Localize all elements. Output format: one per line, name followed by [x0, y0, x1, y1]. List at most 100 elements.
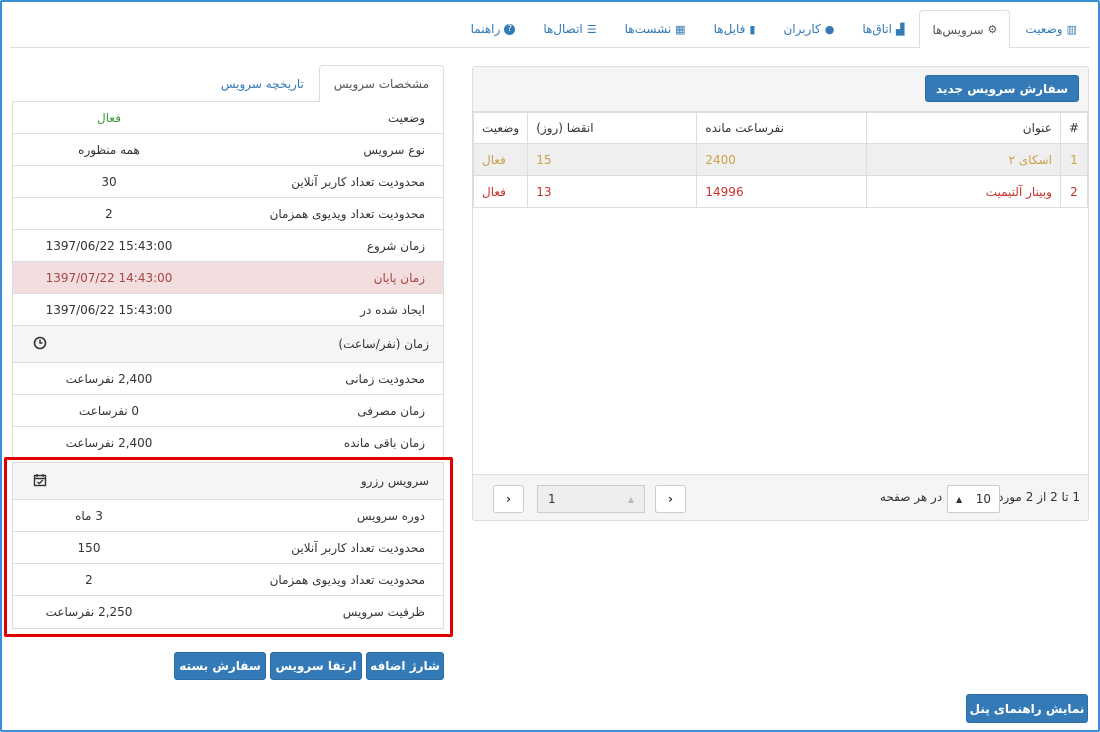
section-title: زمان (نفر/ساعت)	[338, 337, 429, 351]
column-header: وضعیت	[472, 112, 529, 144]
chevron-right-icon: ›	[668, 492, 673, 506]
detail-row: محدودیت تعداد کاربر آنلاین 150	[13, 532, 443, 564]
row-index: 2	[1059, 175, 1089, 208]
user-icon: ●	[824, 22, 835, 36]
dropdown-caret-icon: ▲	[956, 494, 963, 504]
detail-tabs: مشخصات سرویس تاریخچه سرویس	[12, 65, 444, 102]
detail-value: 2,400 نفرساعت	[65, 371, 153, 386]
tab-label: فایل‌ها	[713, 22, 746, 36]
detail-row: زمان باقی مانده 2,400 نفرساعت	[13, 427, 443, 459]
clock-icon	[33, 336, 47, 353]
column-header: نفرساعت مانده	[696, 112, 868, 144]
detail-label: محدودیت تعداد ویدیوی همزمان	[269, 572, 425, 587]
extra-charge-button[interactable]: شارژ اضافه	[366, 652, 444, 680]
detail-row: زمان شروع 1397/06/22 15:43:00	[13, 230, 443, 262]
service-remaining: 2400	[696, 143, 868, 176]
detail-row: محدودیت تعداد ویدیوی همزمان 2	[13, 198, 443, 230]
service-remaining: 14996	[696, 175, 868, 208]
detail-value: 1397/06/22 15:43:00	[45, 238, 173, 253]
services-table: # عنوان نفرساعت مانده انقضا (روز) وضعیت …	[472, 112, 1089, 208]
service-title: وبینار آلتیمیت	[866, 175, 1061, 208]
service-expiry: 15	[527, 143, 698, 176]
time-section-header: زمان (نفر/ساعت)	[13, 326, 443, 363]
tab-help[interactable]: ? راهنما	[458, 10, 529, 47]
detail-row: ظرفیت سرویس 2,250 نفرساعت	[13, 596, 443, 628]
tab-files[interactable]: ▮ فایل‌ها	[701, 10, 769, 47]
detail-row: محدودیت تعداد کاربر آنلاین 30	[13, 166, 443, 198]
service-status: فعال	[472, 175, 529, 208]
detail-row: محدودیت تعداد ویدیوی همزمان 2	[13, 564, 443, 596]
detail-value: 3 ماه	[75, 508, 103, 523]
main-nav-tabs: ▥ وضعیت ⚙ سرویس‌ها ▟ اتاق‌ها ● کاربران ▮ فایل…	[10, 10, 1090, 48]
tab-users[interactable]: ● کاربران	[770, 10, 847, 47]
sitemap-icon: ▟	[895, 22, 905, 36]
service-expiry: 13	[527, 175, 698, 208]
chevron-up-icon: ▲	[627, 494, 634, 504]
table-row[interactable]: 1 اسکای ۲ 2400 15 فعال	[472, 143, 1089, 176]
services-panel: سفارش سرویس جدید # عنوان نفرساعت مانده ا…	[472, 66, 1089, 521]
chevron-left-icon: ›	[506, 492, 511, 506]
detail-label: محدودیت زمانی	[345, 371, 425, 386]
detail-value: 2	[105, 206, 113, 221]
per-page-select[interactable]: ▲ 10	[947, 485, 1000, 513]
page-value: 1	[548, 492, 556, 506]
action-buttons: شارژ اضافه ارتقا سرویس سفارش بسته	[174, 652, 444, 680]
detail-label: ایجاد شده در	[360, 302, 425, 317]
detail-row: ایجاد شده در 1397/06/22 15:43:00	[13, 294, 443, 326]
pagination-bar: 1 تا 2 از 2 مورد در هر صفحه ▲ 10 › 1 ▲ ›	[473, 474, 1088, 520]
row-index: 1	[1059, 143, 1089, 176]
detail-label: زمان مصرفی	[357, 403, 425, 418]
tab-rooms[interactable]: ▟ اتاق‌ها	[849, 10, 917, 47]
tab-label: راهنما	[470, 22, 501, 36]
detail-value: 0 نفرساعت	[78, 403, 140, 418]
new-service-order-button[interactable]: سفارش سرویس جدید	[925, 75, 1079, 102]
detail-value: 2,400 نفرساعت	[65, 436, 153, 450]
pagination-info: 1 تا 2 از 2 مورد	[998, 490, 1080, 504]
tab-service-specs[interactable]: مشخصات سرویس	[318, 65, 444, 102]
per-page-value: 10	[975, 492, 991, 506]
service-title: اسکای ۲	[866, 143, 1061, 176]
service-status: فعال	[472, 143, 529, 176]
status-value: فعال	[97, 110, 121, 125]
show-panel-help-button[interactable]: نمایش راهنمای پنل	[966, 694, 1088, 723]
detail-label: دوره سرویس	[356, 508, 425, 523]
detail-value: 2,250 نفرساعت	[45, 605, 133, 619]
detail-label: زمان باقی مانده	[343, 436, 425, 450]
detail-value: 150	[77, 540, 101, 555]
detail-value: 2	[85, 572, 93, 587]
per-page-label: در هر صفحه	[880, 490, 943, 504]
detail-label: محدودیت تعداد کاربر آنلاین	[291, 540, 425, 555]
tab-services[interactable]: ⚙ سرویس‌ها	[919, 10, 1011, 48]
tab-label: وضعیت	[1025, 22, 1063, 36]
detail-label: زمان پایان	[373, 270, 425, 285]
tab-sessions[interactable]: ▦ نشست‌ها	[612, 10, 699, 47]
tab-connections[interactable]: ☰ اتصال‌ها	[530, 10, 609, 47]
file-icon: ▮	[749, 22, 756, 36]
chart-icon: ▥	[1066, 22, 1077, 36]
tab-service-history[interactable]: تاریخچه سرویس	[206, 65, 319, 101]
grid-icon: ▦	[675, 22, 686, 36]
detail-value: 1397/06/22 15:43:00	[45, 302, 173, 317]
detail-row: وضعیت فعال	[13, 102, 443, 134]
list-icon: ☰	[586, 22, 597, 36]
upgrade-service-button[interactable]: ارتقا سرویس	[270, 652, 362, 680]
tab-label: نشست‌ها	[624, 22, 672, 36]
table-row[interactable]: 2 وبینار آلتیمیت 14996 13 فعال	[472, 175, 1089, 208]
detail-label: وضعیت	[387, 110, 425, 125]
tab-label: اتصال‌ها	[543, 22, 583, 36]
prev-page-button[interactable]: ›	[493, 485, 524, 513]
detail-label: محدودیت تعداد ویدیوی همزمان	[269, 206, 425, 221]
order-package-button[interactable]: سفارش بسته	[174, 652, 266, 680]
detail-row: محدودیت زمانی 2,400 نفرساعت	[13, 363, 443, 395]
detail-row: دوره سرویس 3 ماه	[13, 500, 443, 532]
page-input[interactable]: 1 ▲	[537, 485, 645, 513]
gear-icon: ⚙	[987, 23, 998, 36]
pagination-range: 1 تا 2 از 2 مورد	[998, 490, 1080, 504]
detail-label: محدودیت تعداد کاربر آنلاین	[291, 174, 425, 189]
tab-status[interactable]: ▥ وضعیت	[1012, 10, 1090, 47]
next-page-button[interactable]: ›	[655, 485, 686, 513]
table-header-row: # عنوان نفرساعت مانده انقضا (روز) وضعیت	[472, 112, 1089, 144]
column-header: #	[1059, 112, 1089, 144]
detail-row-end-time: زمان پایان 1397/07/22 14:43:00	[13, 262, 443, 294]
detail-value: 1397/07/22 14:43:00	[45, 270, 173, 285]
